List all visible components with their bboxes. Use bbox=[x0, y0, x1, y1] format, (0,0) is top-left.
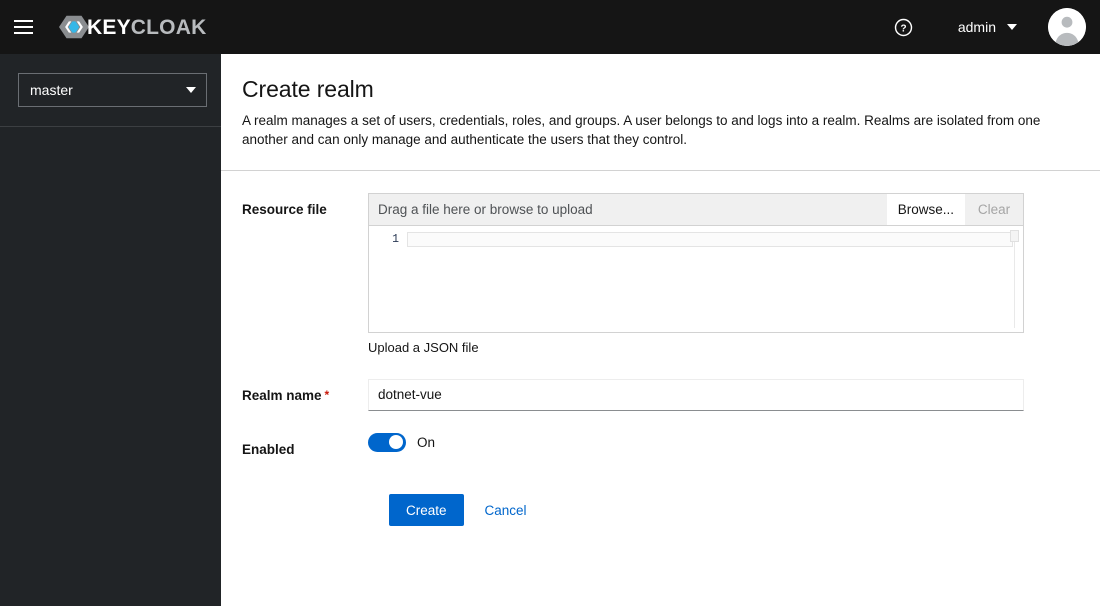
sidebar-divider bbox=[0, 126, 221, 127]
scrollbar-thumb[interactable] bbox=[1010, 229, 1019, 242]
create-button[interactable]: Create bbox=[389, 494, 464, 527]
brand-wordmark: KEYCLOAK bbox=[87, 17, 206, 38]
keycloak-logo[interactable]: KEYCLOAK bbox=[59, 12, 206, 42]
resource-file-row: Resource file Drag a file here or browse… bbox=[242, 192, 1100, 355]
realm-name-label-text: Realm name bbox=[242, 387, 322, 403]
realm-selector-label: master bbox=[30, 82, 73, 98]
form-actions: Create Cancel bbox=[242, 494, 1100, 527]
realm-selector-dropdown[interactable]: master bbox=[18, 73, 207, 107]
editor-code-area[interactable] bbox=[407, 226, 1023, 332]
main-content: Create realm A realm manages a set of us… bbox=[221, 54, 1100, 606]
json-code-editor[interactable]: 1 bbox=[369, 225, 1023, 332]
svg-text:?: ? bbox=[901, 23, 907, 34]
hamburger-bar bbox=[13, 32, 33, 34]
hamburger-bar bbox=[13, 20, 33, 22]
question-circle-icon[interactable]: ? bbox=[886, 9, 922, 45]
browse-button[interactable]: Browse... bbox=[886, 193, 965, 225]
keycloak-admin-console: KEYCLOAK ? admin master Create realm A r… bbox=[0, 0, 1100, 606]
keycloak-hexagon-icon bbox=[59, 15, 89, 39]
enabled-state-label: On bbox=[417, 434, 436, 450]
realm-name-control bbox=[368, 378, 1024, 411]
cancel-button[interactable]: Cancel bbox=[476, 494, 536, 526]
masthead: KEYCLOAK ? admin bbox=[0, 0, 1100, 54]
clear-button[interactable]: Clear bbox=[965, 193, 1023, 225]
brand-text-key: KEY bbox=[87, 15, 131, 39]
masthead-toolbar: ? admin bbox=[886, 8, 1100, 46]
enabled-toggle[interactable] bbox=[368, 432, 406, 452]
user-dropdown[interactable]: admin bbox=[958, 8, 1086, 46]
page-description: A realm manages a set of users, credenti… bbox=[242, 112, 1041, 148]
caret-down-icon bbox=[186, 87, 196, 93]
sidebar: master bbox=[0, 54, 221, 606]
enabled-control: On bbox=[368, 432, 1024, 452]
enabled-row: Enabled On bbox=[242, 432, 1100, 459]
toggle-knob bbox=[389, 435, 403, 450]
file-upload-filename-input[interactable]: Drag a file here or browse to upload bbox=[369, 193, 887, 225]
brand-text-cloak: CLOAK bbox=[130, 15, 207, 39]
avatar[interactable] bbox=[1048, 8, 1086, 46]
resource-file-helper-text: Upload a JSON file bbox=[368, 339, 479, 355]
required-asterisk: * bbox=[324, 387, 330, 402]
chevron-down-icon bbox=[1007, 24, 1017, 30]
page-header: Create realm A realm manages a set of us… bbox=[221, 54, 1100, 150]
editor-line-number: 1 bbox=[392, 232, 399, 246]
help-glyph: ? bbox=[895, 18, 913, 36]
file-upload-header: Drag a file here or browse to upload Bro… bbox=[369, 193, 1023, 226]
resource-file-label: Resource file bbox=[242, 201, 327, 217]
realm-name-row: Realm name * bbox=[242, 378, 1100, 411]
resource-file-control: Drag a file here or browse to upload Bro… bbox=[368, 192, 1024, 355]
editor-active-line[interactable] bbox=[407, 231, 1013, 247]
realm-name-label: Realm name * bbox=[242, 379, 368, 405]
scrollbar-track bbox=[1014, 229, 1015, 328]
realm-name-input[interactable] bbox=[368, 378, 1024, 411]
editor-scrollbar[interactable] bbox=[1010, 229, 1019, 328]
file-upload: Drag a file here or browse to upload Bro… bbox=[368, 192, 1024, 333]
hamburger-menu-icon[interactable] bbox=[0, 0, 46, 54]
hamburger-bar bbox=[13, 26, 33, 28]
page-title: Create realm bbox=[242, 76, 374, 102]
user-name-label: admin bbox=[957, 19, 996, 35]
realm-selector-container: master bbox=[0, 54, 221, 107]
enabled-label: Enabled bbox=[242, 441, 295, 457]
create-realm-form: Resource file Drag a file here or browse… bbox=[221, 171, 1100, 527]
user-avatar-icon bbox=[1048, 8, 1086, 46]
